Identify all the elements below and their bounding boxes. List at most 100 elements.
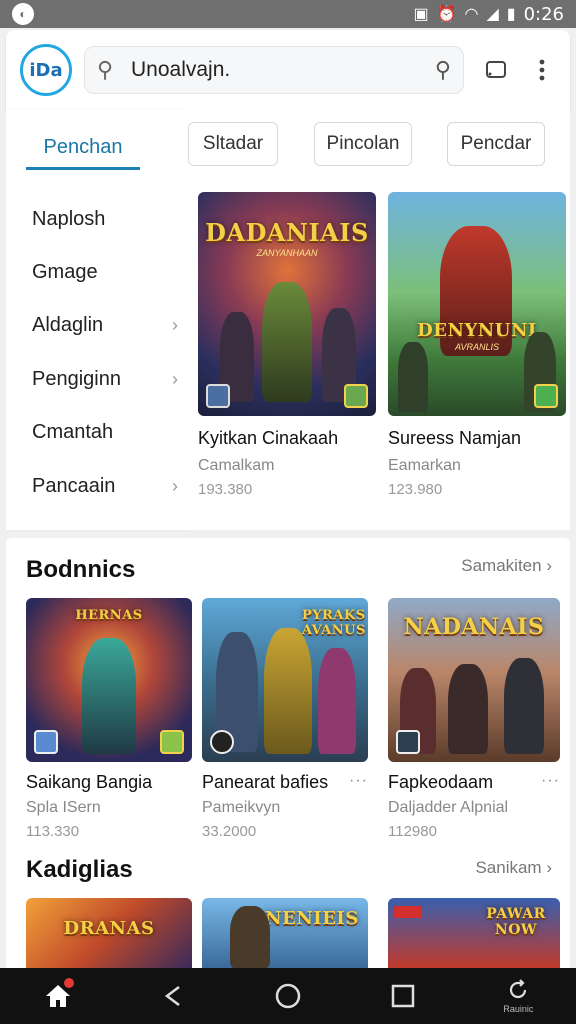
chevron-right-icon: › <box>172 475 178 496</box>
game-count: 193.380 <box>198 481 253 498</box>
game-count: 33.2000 <box>202 823 257 840</box>
cast-icon[interactable] <box>480 54 512 86</box>
game-title: Panearat bafies <box>202 772 329 792</box>
platform-icon <box>210 730 234 754</box>
app-header: iDa ⚲ ⚲ <box>6 30 570 110</box>
filter-chips: Sltadar Pincolan Pencdar <box>186 110 570 180</box>
drawer-item[interactable]: Gmage <box>32 252 178 292</box>
search-icon: ⚲ <box>97 57 114 82</box>
more-options-icon[interactable]: ··· <box>349 772 368 793</box>
featured-card[interactable]: DADANIAIS ZANYANHAAN Kyitkan Cinakaah Ca… <box>198 192 376 498</box>
see-more-label: Sanikam <box>475 858 542 877</box>
drawer-item[interactable]: Cmantah <box>32 412 178 452</box>
game-title-row: Panearat bafies ··· <box>202 772 368 793</box>
more-options-icon[interactable]: ··· <box>541 772 560 793</box>
featured-card[interactable]: DENYNUNI AVRANLIS Sureess Namjan Eamarka… <box>388 192 566 498</box>
notification-icon: ◐ <box>12 3 34 25</box>
game-title-row: Fapkeodaam ··· <box>388 772 560 793</box>
chevron-right-icon: › <box>172 368 178 389</box>
status-bar: ◐ ▣ ⏰ ◠ ◢ ▮ 0:26 <box>0 0 576 28</box>
game-title: Sureess Namjan <box>388 428 522 448</box>
game-card[interactable]: PAWAR NOW <box>388 898 560 968</box>
circle-icon <box>275 983 301 1009</box>
game-subtitle: Spla ISern <box>26 799 101 816</box>
home-button[interactable] <box>28 968 88 1024</box>
drawer-item-label: Cmantah <box>32 420 114 443</box>
back-icon <box>164 986 180 1006</box>
art-title: PAWAR NOW <box>486 906 546 938</box>
game-card[interactable]: PYRAKS AVANUS Panearat bafies ··· Pameikv… <box>202 598 368 840</box>
section-bodnnics: Bodnnics Samakiten › HERNAS Saikang Bang… <box>6 538 570 844</box>
chip[interactable]: Pencdar <box>447 122 545 166</box>
art-title: HERNAS <box>75 608 143 623</box>
drawer-item[interactable]: Pancaain › <box>32 466 178 506</box>
game-title: Fapkeodaam <box>388 772 494 792</box>
drawer-tab-active[interactable]: Penchan <box>26 128 140 170</box>
home-circle-button[interactable] <box>258 968 318 1024</box>
game-art: NADANAIS <box>388 598 560 762</box>
bottom-nav-bar: Rauinic <box>0 968 576 1024</box>
notification-dot <box>63 978 74 988</box>
game-title: Saikang Bangia <box>26 772 153 792</box>
game-art: PAWAR NOW <box>388 898 560 968</box>
game-card[interactable]: DRANAS <box>26 898 192 968</box>
app-logo[interactable]: iDa <box>20 44 72 96</box>
chevron-right-icon: › <box>546 858 552 877</box>
see-more-link[interactable]: Sanikam › <box>475 858 552 878</box>
game-art: DENYNUNI AVRANLIS <box>388 192 566 416</box>
game-title-row: Saikang Bangia <box>26 772 192 793</box>
see-more-link[interactable]: Samakiten › <box>461 556 552 576</box>
game-card[interactable]: NADANAIS Fapkeodaam ··· Daljadder Alpnial… <box>388 598 560 840</box>
art-subtitle: ZANYANHAAN <box>256 248 318 258</box>
drawer-item-label: Gmage <box>32 260 98 283</box>
game-card[interactable]: NENIEIS <box>202 898 368 968</box>
game-count: 123.980 <box>388 481 443 498</box>
drawer-item[interactable]: Aldaglin › <box>32 305 178 345</box>
game-subtitle: Pameikvyn <box>202 799 281 816</box>
search-bar[interactable]: ⚲ ⚲ <box>84 46 464 94</box>
drawer-item-label: Naplosh <box>32 207 106 230</box>
see-more-label: Samakiten <box>461 556 542 575</box>
game-count: 113.330 <box>26 823 80 840</box>
game-card[interactable]: HERNAS Saikang Bangia Spla ISern 113.330 <box>26 598 192 840</box>
drawer-item[interactable]: Pengiginn › <box>32 359 178 399</box>
chevron-right-icon: › <box>172 314 178 335</box>
battery-icon: ▮ <box>506 6 516 23</box>
refresh-button[interactable]: Rauinic <box>488 968 548 1024</box>
chip[interactable]: Sltadar <box>188 122 278 166</box>
refresh-icon <box>510 979 527 999</box>
chip[interactable]: Pincolan <box>314 122 412 166</box>
game-subtitle: Camalkam <box>198 457 275 474</box>
clock: 0:26 <box>523 3 564 25</box>
drawer-item-label: Aldaglin <box>32 313 104 336</box>
search-submit-icon[interactable]: ⚲ <box>435 57 451 83</box>
nav-label: Rauinic <box>503 1004 534 1014</box>
game-count: 112980 <box>388 823 437 840</box>
section-kadiglias: Kadiglias Sanikam › DRANAS NENIEIS PAWAR… <box>6 844 570 968</box>
vibrate-icon: ▣ <box>413 6 429 23</box>
alarm-icon: ⏰ <box>436 6 457 23</box>
side-drawer: Penchan Naplosh Gmage Aldaglin › Pengigin… <box>6 110 186 530</box>
game-art: HERNAS <box>26 598 192 762</box>
recents-button[interactable] <box>373 968 433 1024</box>
art-title: NENIEIS <box>265 908 359 929</box>
game-art: NENIEIS <box>202 898 368 968</box>
game-subtitle: Eamarkan <box>388 457 461 474</box>
more-vert-icon[interactable] <box>526 54 558 86</box>
section-title: Kadiglias <box>26 856 133 883</box>
chevron-right-icon: › <box>546 556 552 575</box>
section-title: Bodnnics <box>26 556 136 583</box>
art-title: NADANAIS <box>403 614 545 640</box>
art-title: DRANAS <box>63 918 155 939</box>
back-button[interactable] <box>143 968 203 1024</box>
game-art: DRANAS <box>26 898 192 968</box>
drawer-item-label: Pengiginn <box>32 367 121 390</box>
game-art: DADANIAIS ZANYANHAAN <box>198 192 376 416</box>
drawer-item[interactable]: Naplosh <box>32 199 178 239</box>
art-title: DADANIAIS <box>205 218 369 247</box>
drawer-item-label: Pancaain <box>32 474 116 497</box>
square-icon <box>391 984 415 1008</box>
signal-icon: ◢ <box>486 6 499 23</box>
search-input[interactable] <box>131 58 435 82</box>
wifi-icon: ◠ <box>464 6 479 23</box>
